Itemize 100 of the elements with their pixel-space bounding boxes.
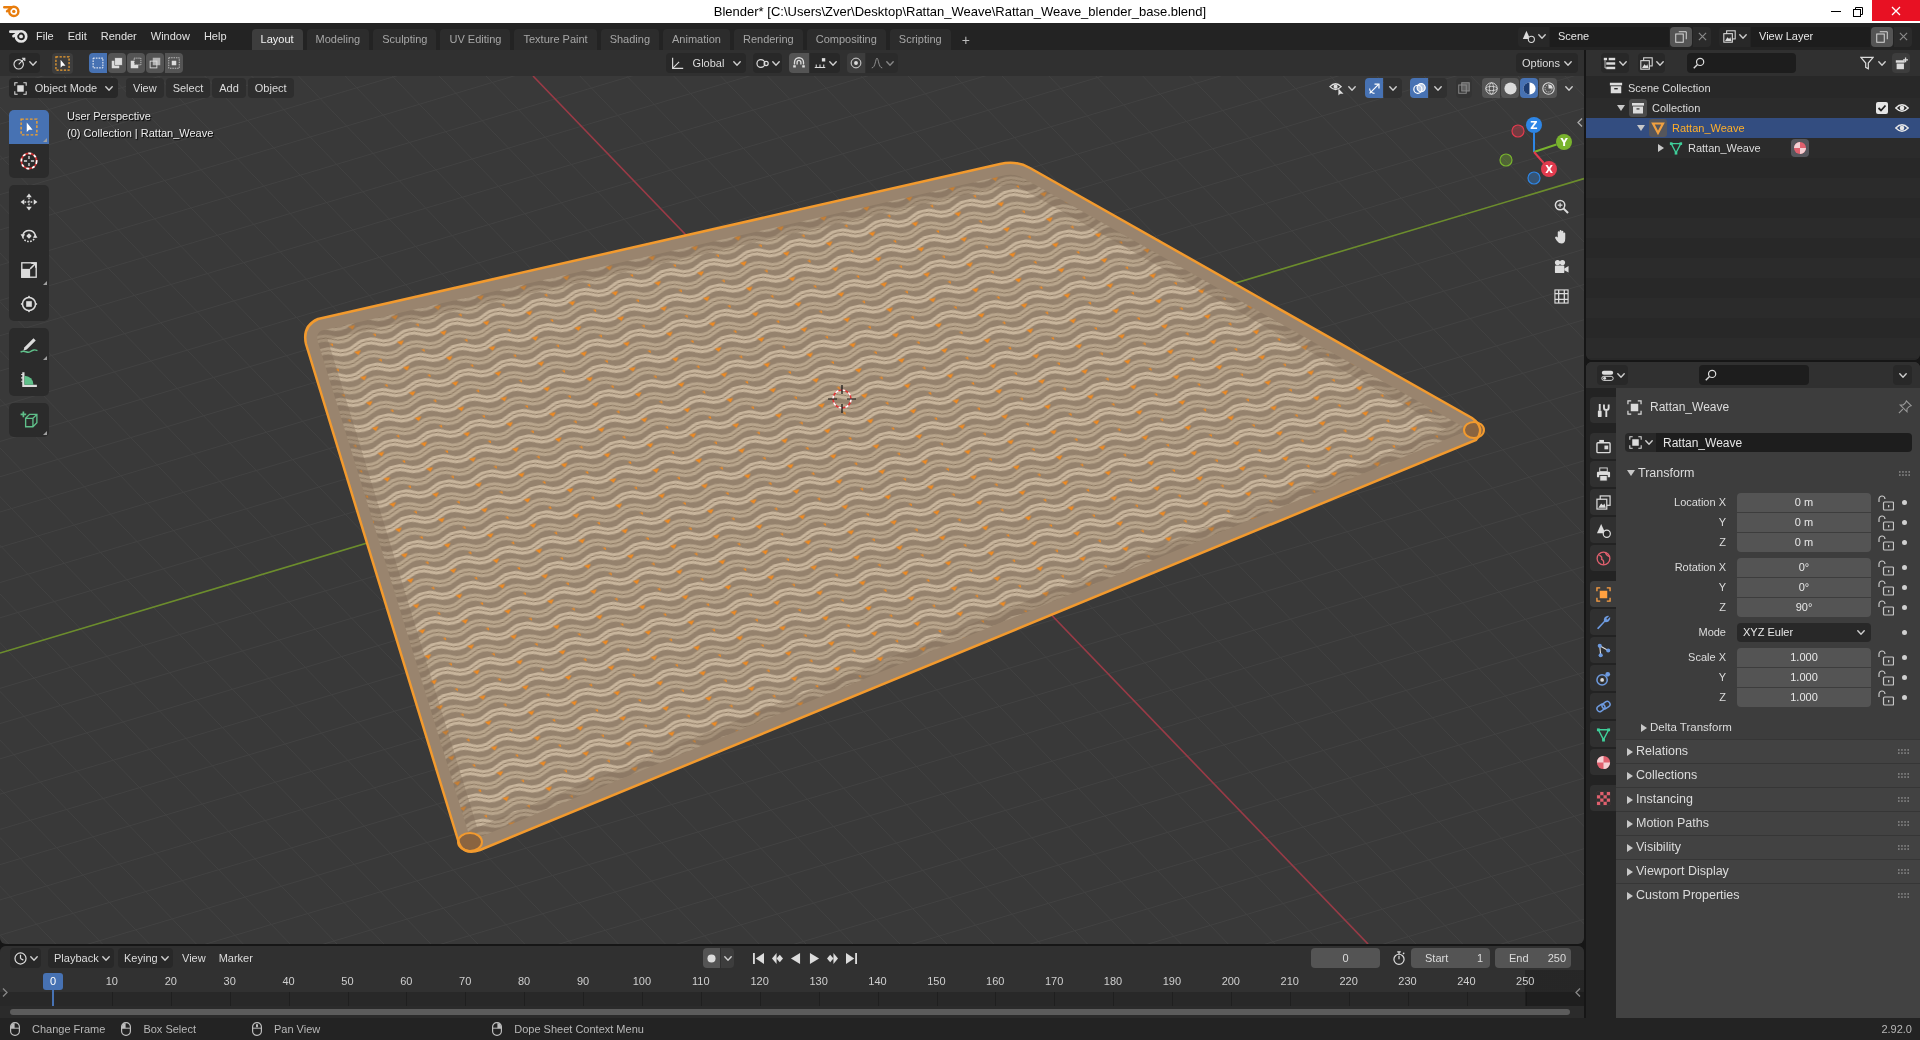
view-layer-name-field[interactable]: View Layer bbox=[1751, 26, 1870, 47]
view-layer-browse-button[interactable] bbox=[1719, 26, 1750, 47]
disclosure-triangle-icon[interactable] bbox=[1658, 144, 1664, 152]
disclosure-triangle-icon[interactable] bbox=[1637, 125, 1645, 131]
keyframe-dot-icon[interactable] bbox=[1901, 520, 1907, 525]
number-field[interactable]: 90° bbox=[1737, 598, 1871, 617]
pin-icon[interactable] bbox=[1898, 400, 1912, 414]
editor-type-button[interactable] bbox=[10, 948, 41, 968]
new-collection-button[interactable] bbox=[1892, 53, 1910, 73]
tool-button[interactable] bbox=[9, 287, 49, 321]
properties-tab[interactable] bbox=[1590, 665, 1616, 691]
menu-item[interactable]: Marker bbox=[214, 948, 257, 968]
next-keyframe-icon[interactable] bbox=[827, 952, 839, 964]
scene-browse-button[interactable] bbox=[1518, 26, 1549, 47]
select-tool-button[interactable] bbox=[52, 52, 73, 74]
tool-button[interactable] bbox=[9, 328, 49, 362]
number-field[interactable]: 1.000 bbox=[1737, 648, 1871, 667]
panel-header[interactable]: Relations bbox=[1616, 739, 1920, 763]
panel-header[interactable]: Motion Paths bbox=[1616, 811, 1920, 835]
outliner-item[interactable]: Scene Collection bbox=[1586, 78, 1920, 98]
number-field[interactable]: 0 m bbox=[1737, 533, 1871, 552]
workspace-tab[interactable]: Layout bbox=[251, 29, 303, 50]
menu-dropdown[interactable]: Keying bbox=[118, 948, 173, 968]
scene-name-field[interactable]: Scene bbox=[1550, 26, 1669, 47]
overlays-toggle[interactable] bbox=[1410, 78, 1428, 98]
menu-item[interactable]: Add bbox=[212, 78, 246, 98]
menu-item[interactable]: Help bbox=[196, 26, 234, 47]
subpanel-header[interactable]: Delta Transform bbox=[1616, 718, 1920, 738]
overlays-menu-button[interactable] bbox=[1429, 78, 1447, 98]
lock-icon[interactable] bbox=[1878, 649, 1894, 666]
remove-view-layer-button[interactable] bbox=[1894, 26, 1912, 47]
keyframe-dot-icon[interactable] bbox=[1901, 630, 1907, 635]
eye-cursor-icon[interactable] bbox=[1329, 80, 1344, 96]
play-reverse-icon[interactable] bbox=[790, 952, 802, 964]
view-layer-button[interactable] bbox=[1638, 53, 1665, 73]
workspace-tab[interactable]: Texture Paint bbox=[514, 29, 597, 50]
add-workspace-button[interactable]: + bbox=[954, 29, 977, 50]
lock-icon[interactable] bbox=[1878, 494, 1894, 511]
panel-header[interactable]: Viewport Display bbox=[1616, 859, 1920, 883]
shading-mode-button[interactable] bbox=[1482, 78, 1500, 98]
orientation-dropdown[interactable]: Global bbox=[666, 53, 746, 73]
eye-icon[interactable] bbox=[1895, 103, 1909, 113]
previous-keyframe-icon[interactable] bbox=[771, 952, 783, 964]
gizmo-axis[interactable]: X bbox=[1533, 151, 1557, 177]
lock-icon[interactable] bbox=[1878, 579, 1894, 596]
properties-tab[interactable] bbox=[1590, 581, 1616, 607]
lock-icon[interactable] bbox=[1878, 599, 1894, 616]
keyframe-dot-icon[interactable] bbox=[1901, 500, 1907, 505]
shading-mode-button[interactable] bbox=[1539, 78, 1557, 98]
search-field[interactable] bbox=[1699, 365, 1809, 385]
shading-mode-button[interactable] bbox=[1501, 78, 1519, 98]
gizmo-axis-dot[interactable] bbox=[1527, 171, 1541, 185]
gizmo-menu-button[interactable] bbox=[1384, 78, 1402, 98]
selection-mode-button[interactable] bbox=[146, 53, 164, 73]
filter-icon[interactable] bbox=[1860, 56, 1874, 70]
zoom-icon[interactable] bbox=[1553, 198, 1569, 214]
properties-tab[interactable] bbox=[1590, 609, 1616, 635]
properties-tab[interactable] bbox=[1590, 517, 1616, 543]
menu-item[interactable]: Render bbox=[93, 26, 144, 47]
display-mode-button[interactable] bbox=[1601, 53, 1629, 73]
woven-mat-drawing[interactable] bbox=[303, 161, 1485, 853]
panel-header[interactable]: Custom Properties bbox=[1616, 883, 1920, 907]
caret-icon[interactable] bbox=[1878, 60, 1886, 66]
end-frame-field[interactable]: End 250 bbox=[1495, 948, 1571, 968]
workspace-tab[interactable]: Modeling bbox=[306, 29, 370, 50]
xray-toggle[interactable] bbox=[1456, 78, 1472, 98]
workspace-tab[interactable]: Rendering bbox=[733, 29, 803, 50]
selection-mode-button[interactable] bbox=[127, 53, 145, 73]
editor-type-button[interactable] bbox=[1597, 365, 1628, 385]
play-icon[interactable] bbox=[808, 952, 820, 964]
workspace-tab[interactable]: Scripting bbox=[889, 29, 951, 50]
number-field[interactable]: 0 m bbox=[1737, 513, 1871, 532]
drag-handle-icon[interactable] bbox=[1898, 893, 1909, 898]
selection-mode-button[interactable] bbox=[89, 53, 107, 73]
snap-target-dropdown[interactable] bbox=[810, 53, 840, 73]
keyframe-dot-icon[interactable] bbox=[1901, 540, 1907, 545]
properties-tab[interactable] bbox=[1590, 721, 1616, 747]
keyframe-dot-icon[interactable] bbox=[1901, 695, 1907, 700]
gizmo-toggle[interactable] bbox=[1365, 78, 1383, 98]
keyframe-dot-icon[interactable] bbox=[1901, 605, 1907, 610]
properties-tab[interactable] bbox=[1590, 489, 1616, 515]
workspace-tab[interactable]: UV Editing bbox=[440, 29, 511, 50]
jump-end-icon[interactable] bbox=[846, 952, 857, 964]
keyframe-dot-icon[interactable] bbox=[1901, 565, 1907, 570]
menu-item[interactable]: Window bbox=[143, 26, 197, 47]
lock-icon[interactable] bbox=[1878, 559, 1894, 576]
drag-handle-icon[interactable] bbox=[1898, 869, 1909, 874]
properties-tab[interactable] bbox=[1590, 637, 1616, 663]
checkbox[interactable] bbox=[1876, 102, 1888, 114]
properties-tab[interactable] bbox=[1590, 749, 1616, 775]
workspace-tab[interactable]: Sculpting bbox=[373, 29, 437, 50]
new-scene-button[interactable] bbox=[1670, 26, 1692, 47]
number-field[interactable]: 0 m bbox=[1737, 493, 1871, 512]
workspace-tab[interactable]: Compositing bbox=[806, 29, 886, 50]
keyframe-dot-icon[interactable] bbox=[1901, 675, 1907, 680]
search-field[interactable] bbox=[1687, 53, 1796, 73]
menu-item[interactable]: View bbox=[178, 948, 210, 968]
grid-icon[interactable] bbox=[1553, 288, 1569, 304]
tool-button[interactable] bbox=[9, 144, 49, 178]
drag-handle-icon[interactable] bbox=[1898, 845, 1909, 850]
